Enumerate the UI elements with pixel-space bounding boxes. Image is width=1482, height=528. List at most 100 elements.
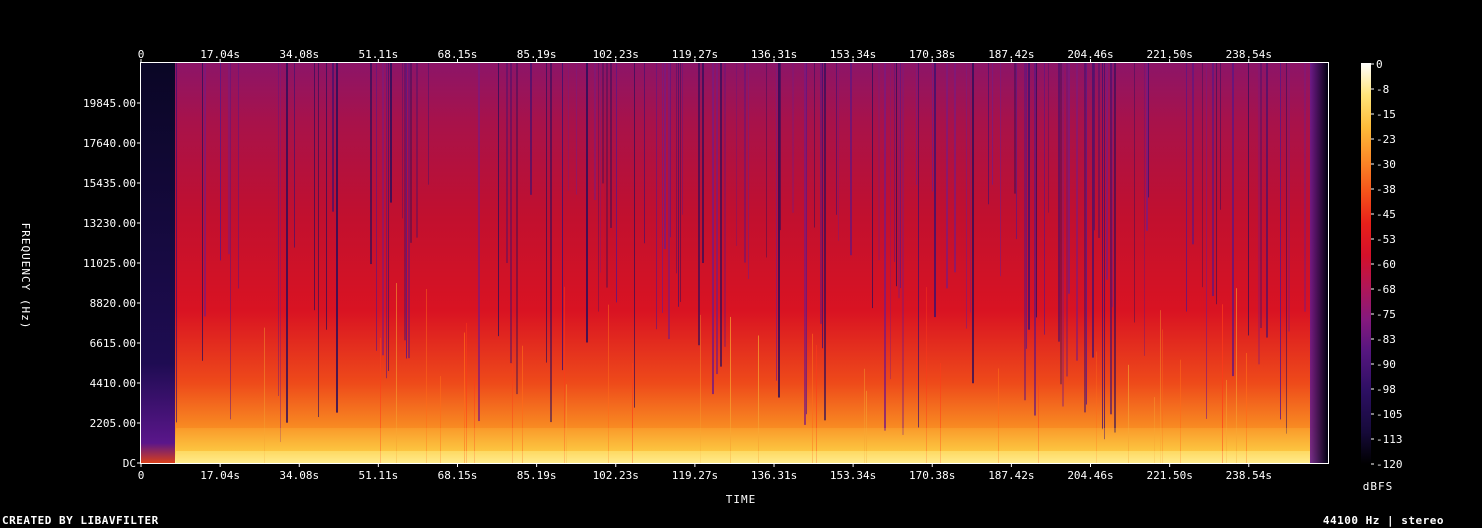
y-tick-label: DC — [123, 457, 136, 470]
spectrogram-stripe — [780, 63, 781, 231]
spectrogram-stripe — [1000, 63, 1001, 277]
colorbar-tick-label: -45 — [1376, 208, 1396, 221]
colorbar-tick-label: -68 — [1376, 283, 1396, 296]
spectrogram-stripe — [988, 63, 989, 205]
y-tick-label: 15435.00 — [83, 177, 136, 190]
spectrogram-stripe — [792, 63, 794, 213]
colorbar-tick-label: -90 — [1376, 358, 1396, 371]
spectrogram-stripe — [326, 63, 327, 330]
x-tick-bottom-label: 204.46s — [1067, 469, 1113, 482]
spectrogram-stripe — [1260, 63, 1262, 329]
spectrogram-stripe — [576, 63, 577, 195]
spectrogram-plot — [141, 63, 1328, 463]
spectrogram-stripe — [656, 63, 657, 330]
spectrogram-stripe — [850, 63, 852, 256]
spectrogram-stripe — [678, 63, 679, 307]
spectrogram-stripe — [1232, 63, 1234, 377]
x-axis-top: 0 17.04s 34.08s 51.11s 68.15s 85.19s 102.23s 11… — [138, 48, 1272, 63]
spectrogram-stripe — [1114, 63, 1116, 433]
spectrogram-stripe — [1094, 63, 1095, 231]
colorbar-tick-label: -38 — [1376, 183, 1396, 196]
spectrogram-stripe — [1076, 63, 1078, 361]
spectrogram-stripe — [318, 63, 319, 418]
y-tick-label: 17640.00 — [83, 137, 136, 150]
spectrogram-stripe — [1102, 63, 1103, 430]
spectrogram-stripe — [1048, 63, 1049, 213]
x-tick-top-label: 68.15s — [438, 48, 478, 61]
spectrogram-stripe — [370, 63, 372, 265]
spectrogram-stripe — [824, 63, 826, 421]
colorbar-tick-label: -53 — [1376, 233, 1396, 246]
spectrogram-stripe — [894, 63, 895, 262]
spectrogram-stripe — [668, 63, 670, 340]
spectrogram-stripe — [634, 63, 635, 408]
spectrogram-stripe — [1092, 63, 1094, 358]
spectrogram-stripe — [602, 63, 604, 184]
spectrogram-stripe — [898, 63, 900, 299]
spectrogram-stripe — [900, 63, 901, 289]
spectrogram-stripe — [1036, 63, 1037, 318]
spectrogram-stripe — [1148, 63, 1149, 198]
spectrogram-intro — [141, 63, 175, 463]
spectrogram-stripe — [386, 63, 387, 379]
spectrogram-stripe — [1104, 63, 1105, 440]
spectrogram-stripe — [720, 63, 722, 367]
spectrogram-stripe — [1266, 63, 1268, 338]
colorbar-tick-label: -60 — [1376, 258, 1396, 271]
spectrogram-stripe — [600, 63, 601, 273]
spectrogram-stripe — [606, 63, 608, 288]
spectrogram-stripe — [510, 63, 512, 364]
x-tick-top-label: 170.38s — [909, 48, 955, 61]
x-tick-top-label: 17.04s — [200, 48, 240, 61]
spectrogram-stripe — [376, 63, 377, 351]
x-tick-bottom-label: 153.34s — [830, 469, 876, 482]
spectrogram-base — [141, 63, 1328, 463]
spectrogram-stripe — [1086, 63, 1087, 405]
x-tick-top-label: 204.46s — [1067, 48, 1113, 61]
spectrogram-stripe — [530, 63, 532, 195]
colorbar-tick-label: -113 — [1376, 433, 1403, 446]
spectrogram-stripe — [1060, 63, 1062, 385]
footer-right: 44100 Hz | stereo — [1322, 514, 1444, 527]
spectrogram-stripe — [884, 63, 886, 431]
spectrogram-stripe — [776, 63, 777, 381]
spectrogram-stripe — [748, 63, 749, 280]
x-tick-top-label: 238.54s — [1226, 48, 1272, 61]
spectrogram-stripe — [966, 63, 967, 329]
spectrogram-stripe — [744, 63, 746, 263]
x-tick-bottom-label: 68.15s — [438, 469, 478, 482]
colorbar-tick-label: -83 — [1376, 333, 1396, 346]
spectrogram-stripe — [586, 63, 588, 343]
spectrogram-outro — [1310, 63, 1328, 463]
spectrogram-stripe — [408, 63, 410, 359]
spectrogram-stripe — [402, 63, 403, 219]
spectrogram-stripe — [916, 63, 917, 185]
y-tick-label: 19845.00 — [83, 97, 136, 110]
spectrogram-stripe — [332, 63, 334, 212]
spectrogram-stripe — [406, 63, 407, 359]
spectrogram-stripe — [506, 63, 508, 263]
spectrogram-stripe — [698, 63, 700, 346]
spectrogram-stripe — [644, 63, 645, 244]
x-tick-top-label: 51.11s — [358, 48, 398, 61]
spectrogram-stripe — [1058, 63, 1060, 342]
spectrogram-stripe — [1144, 63, 1145, 356]
colorbar-tick-label: -15 — [1376, 108, 1396, 121]
x-tick-top-label: 136.31s — [751, 48, 797, 61]
spectrogram-stripe — [202, 63, 203, 361]
spectrogram-stripe — [516, 63, 518, 395]
y-tick-label: 4410.00 — [90, 377, 136, 390]
spectrogram-stripe — [238, 63, 239, 289]
spectrogram-stripe — [1146, 63, 1148, 231]
spectrogram-stripe — [992, 63, 993, 185]
spectrogram-stripe — [1206, 63, 1207, 419]
x-tick-bottom-label: 119.27s — [672, 469, 718, 482]
x-tick-bottom-label: 187.42s — [988, 469, 1034, 482]
spectrogram-stripe — [336, 63, 338, 413]
spectrogram-stripe — [416, 63, 418, 238]
spectrogram-stripe — [1084, 63, 1086, 413]
y-tick-label: 13230.00 — [83, 217, 136, 230]
spectrogram-stripe — [778, 63, 780, 398]
spectrogram-stripe — [598, 63, 599, 312]
spectrogram-stripe — [1288, 63, 1290, 332]
